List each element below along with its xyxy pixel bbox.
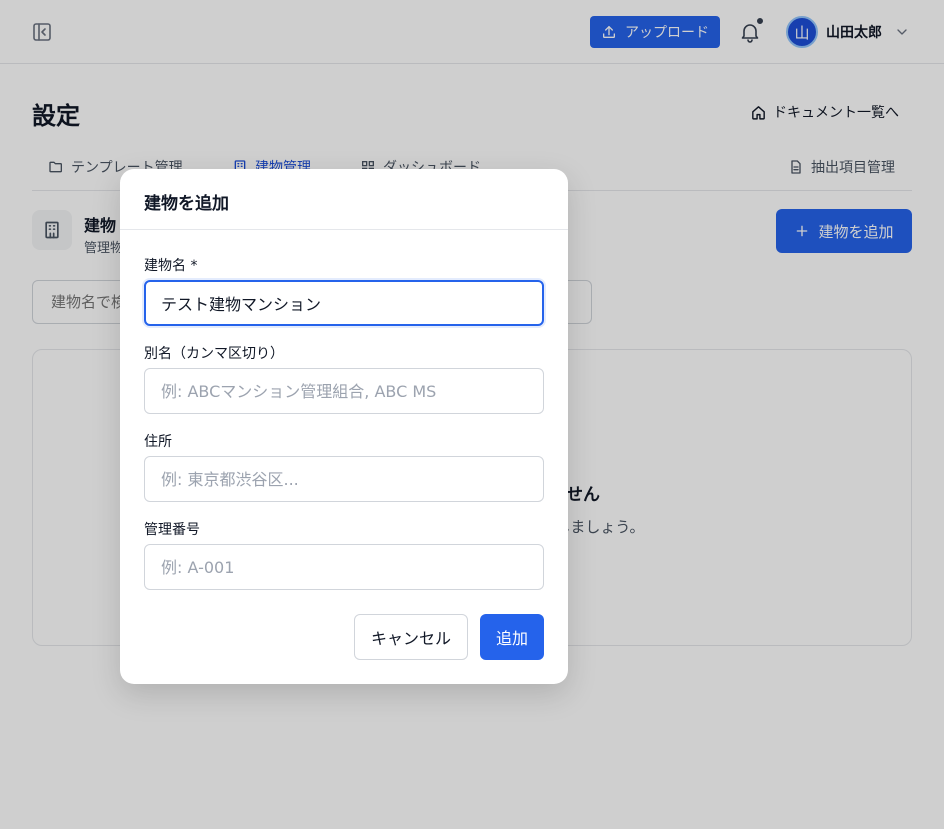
- building-name-label: 建物名 *: [144, 258, 198, 274]
- building-name-input[interactable]: [144, 280, 544, 326]
- add-building-dialog: 建物を追加 建物名 * 別名（カンマ区切り） 住所 管理番号 キャンセル 追加: [120, 169, 568, 684]
- address-input[interactable]: [144, 456, 544, 502]
- address-label: 住所: [144, 434, 172, 450]
- cancel-button[interactable]: キャンセル: [354, 614, 468, 660]
- dialog-header: 建物を追加: [120, 169, 568, 230]
- alias-input[interactable]: [144, 368, 544, 414]
- submit-add-button[interactable]: 追加: [480, 614, 544, 660]
- alias-label: 別名（カンマ区切り）: [144, 346, 284, 362]
- management-number-input[interactable]: [144, 544, 544, 590]
- management-number-label: 管理番号: [144, 522, 200, 538]
- dialog-title: 建物を追加: [144, 194, 229, 214]
